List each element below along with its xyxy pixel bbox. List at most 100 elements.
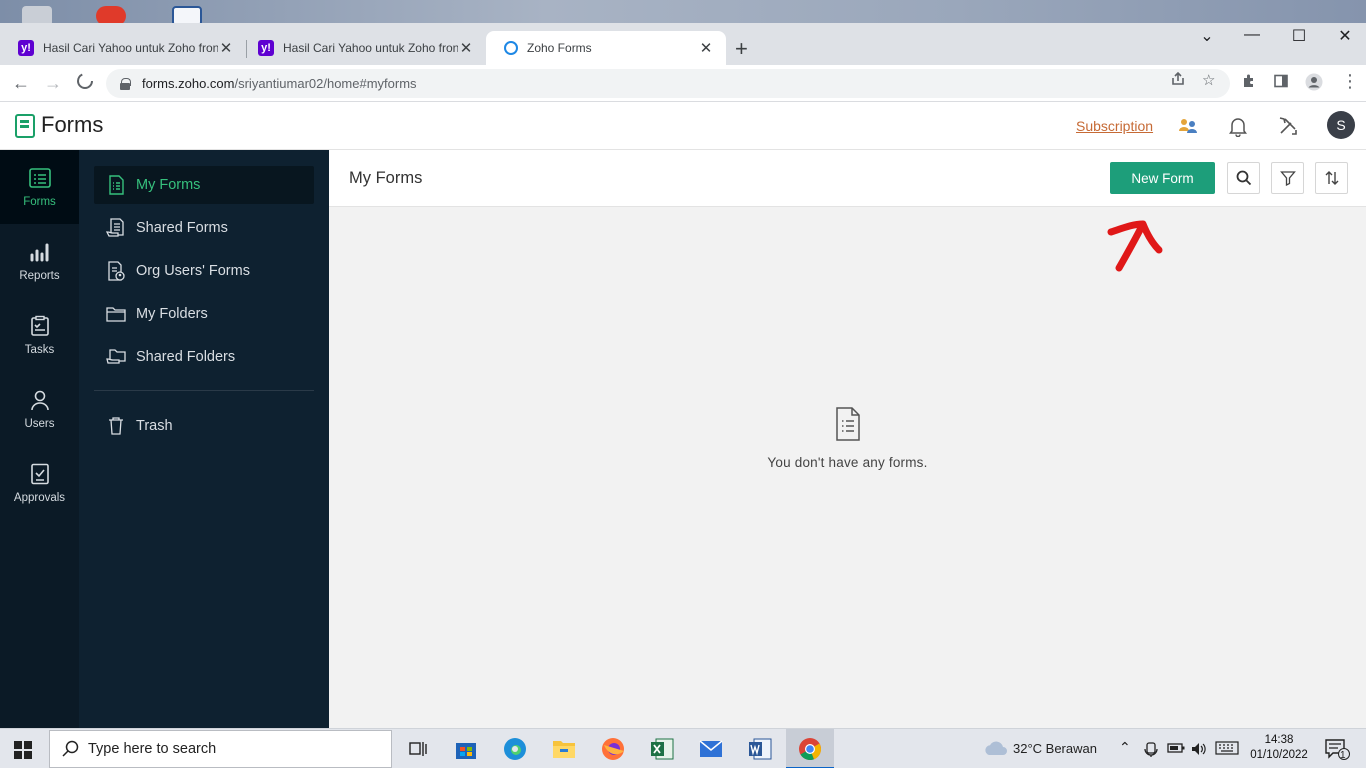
recycle-bin-icon[interactable] [22,6,52,23]
yahoo-icon: y! [18,40,34,56]
address-bar[interactable]: forms.zoho.com/sriyantiumar02/home#myfor… [106,69,1230,98]
rail-item-label: Forms [23,196,56,208]
side-panel-icon[interactable] [1273,73,1289,94]
trash-icon [106,416,126,436]
share-icon[interactable] [1170,71,1186,91]
sidebar-item-label: Shared Forms [136,220,228,236]
taskbar-search-input[interactable]: Type here to search [49,730,392,768]
url-path: /sriyantiumar02/home#myforms [234,76,417,91]
weather-cloud-icon[interactable] [983,740,1007,759]
sidebar-item-shared-forms[interactable]: Shared Forms [94,209,314,247]
edge-browser-icon[interactable] [501,735,529,763]
rail-item-label: Reports [19,270,60,282]
task-view-icon[interactable] [403,735,431,763]
back-icon[interactable]: ← [10,73,32,94]
rail-item-users[interactable]: Users [0,372,79,446]
empty-state: You don't have any forms. [329,406,1366,470]
tab-search-chevron-icon[interactable]: ⌄ [1184,26,1230,48]
page-title: My Forms [349,169,423,187]
word-shortcut-icon[interactable] [172,6,202,23]
rail-item-approvals[interactable]: Approvals [0,446,79,520]
rail-item-label: Approvals [13,492,66,504]
desktop-background [0,0,1366,23]
forms-logo-icon [15,114,35,138]
lock-icon[interactable] [120,77,131,90]
rail-item-reports[interactable]: Reports [0,224,79,298]
excel-icon[interactable] [648,735,676,763]
close-icon[interactable]: ✕ [458,39,474,57]
sidebar-item-label: Trash [136,418,173,434]
tab-title: Hasil Cari Yahoo untuk Zoho fron [43,41,218,55]
maximize-icon[interactable]: ☐ [1276,26,1322,48]
forms-icon [28,168,51,188]
keyboard-icon[interactable] [1215,741,1239,758]
user-switch-icon[interactable] [1176,114,1200,138]
battery-icon[interactable] [1167,741,1185,758]
url-host: forms.zoho.com [142,76,235,91]
notification-center-icon[interactable] [1325,738,1351,763]
loading-spinner-icon[interactable] [74,72,96,95]
close-icon[interactable]: ✕ [218,39,234,57]
meet-now-icon[interactable] [1144,741,1158,760]
extensions-icon[interactable] [1241,73,1257,94]
forward-icon[interactable]: → [42,73,64,94]
profile-icon[interactable] [1305,73,1323,96]
bookmark-star-icon[interactable]: ☆ [1202,71,1215,89]
yahoo-icon: y! [258,40,274,56]
sidebar-item-my-forms[interactable]: My Forms [94,166,314,204]
browser-tab-bar: y! Hasil Cari Yahoo untuk Zoho fron ✕ y!… [0,23,1366,65]
search-button[interactable] [1227,162,1260,194]
menu-kebab-icon[interactable]: ⋮ [1341,71,1359,92]
file-explorer-icon[interactable] [550,735,578,763]
avatar[interactable]: S [1327,111,1355,139]
search-icon [62,740,79,757]
sidebar-item-my-folders[interactable]: My Folders [94,295,314,333]
org-users-forms-icon [106,261,126,281]
sidebar-item-shared-folders[interactable]: Shared Folders [94,338,314,376]
sidebar-divider [94,390,314,391]
desktop-app-icon[interactable] [96,6,126,23]
browser-tab-3[interactable]: Zoho Forms ✕ [486,31,726,65]
sidebar-item-trash[interactable]: Trash [94,407,314,445]
windows-start-icon[interactable] [14,741,32,764]
browser-tab-2[interactable]: y! Hasil Cari Yahoo untuk Zoho fron ✕ [240,31,486,65]
word-icon[interactable] [746,735,774,763]
approvals-icon [30,463,49,485]
tab-title: Zoho Forms [527,41,592,55]
sidebar-item-label: Org Users' Forms [136,263,250,279]
sort-button[interactable] [1315,162,1348,194]
mail-icon[interactable] [697,735,725,763]
sidebar-item-org-users-forms[interactable]: Org Users' Forms [94,252,314,290]
bell-icon[interactable] [1226,114,1250,138]
browser-tab-1[interactable]: y! Hasil Cari Yahoo untuk Zoho fron ✕ [0,31,246,65]
sidebar-item-label: My Forms [136,177,201,193]
rail-item-tasks[interactable]: Tasks [0,298,79,372]
rail-item-forms[interactable]: Forms [0,150,79,224]
rail-item-label: Users [24,418,55,430]
new-tab-icon[interactable]: + [735,36,748,62]
firefox-icon[interactable] [599,735,627,763]
module-rail: Forms Reports Tasks Users Approvals [0,150,79,728]
document-list-icon [835,407,860,441]
taskbar-clock[interactable]: 14:38 01/10/2022 [1248,733,1310,763]
chrome-icon[interactable] [786,735,834,768]
new-form-button[interactable]: New Form [1110,162,1215,194]
folder-icon [106,304,126,324]
users-icon [30,390,49,411]
tab-title: Hasil Cari Yahoo untuk Zoho fron [283,41,458,55]
my-forms-icon [106,175,126,195]
microsoft-store-icon[interactable] [452,735,480,763]
tray-chevron-up-icon[interactable]: ⌃ [1119,739,1131,756]
tools-icon[interactable] [1276,114,1300,138]
clock-time: 14:38 [1264,734,1294,746]
subscription-link[interactable]: Subscription [1076,118,1153,134]
minimize-icon[interactable]: — [1229,26,1275,48]
close-window-icon[interactable]: ✕ [1322,26,1366,48]
weather-text[interactable]: 32°C Berawan [1013,741,1097,756]
close-icon[interactable]: ✕ [698,39,714,57]
windows-taskbar: Type here to search 32°C Berawan ⌃ 14:38… [0,728,1366,768]
volume-icon[interactable] [1190,741,1208,760]
app-title: Forms [41,112,104,137]
filter-button[interactable] [1271,162,1304,194]
search-icon [1236,170,1251,186]
